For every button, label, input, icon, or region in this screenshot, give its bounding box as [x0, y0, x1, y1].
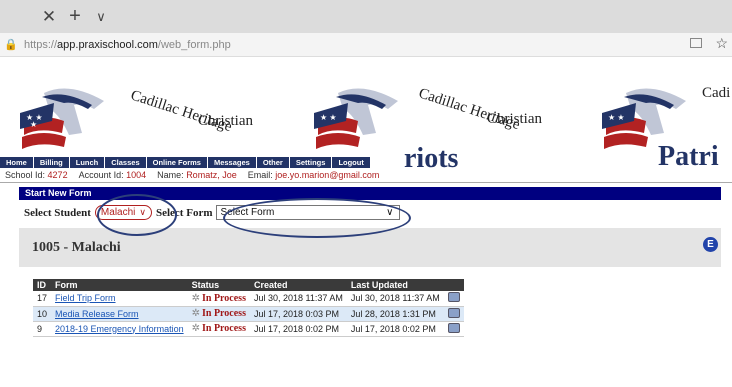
- email-label: Email:: [247, 170, 273, 180]
- school-name-partial: Cadi: [702, 85, 731, 101]
- row-status: In Process: [201, 308, 246, 319]
- mascot-text-partial-2: Patri: [658, 141, 719, 168]
- nav-classes[interactable]: Classes: [105, 157, 147, 168]
- highlight-oval-form: [223, 198, 411, 238]
- account-id-label: Account Id:: [78, 170, 124, 180]
- new-tab-icon[interactable]: +: [62, 5, 88, 28]
- table-row: 17 Field Trip Form ✲ In Process Jul 30, 2…: [33, 291, 464, 307]
- table-header-row: ID Form Status Created Last Updated: [33, 279, 464, 291]
- nav-home[interactable]: Home: [0, 157, 34, 168]
- account-info-bar: School Id: 4272 Account Id: 1004 Name: R…: [0, 168, 732, 183]
- eagle-logo-icon: ★ ★ ★: [20, 88, 104, 149]
- table-row: 10 Media Release Form ✲ In Process Jul 17…: [33, 306, 464, 322]
- url-prefix: https://: [24, 38, 58, 51]
- col-form: Form: [51, 279, 188, 291]
- row-created: Jul 17, 2018 0:02 PM: [249, 321, 347, 337]
- row-form-cell: Media Release Form: [51, 306, 188, 322]
- row-form-cell: Field Trip Form: [51, 291, 188, 307]
- row-status-cell: ✲ In Process: [187, 306, 250, 322]
- select-student-label: Select Student: [24, 206, 91, 219]
- printer-icon[interactable]: [447, 307, 460, 318]
- name-value: Romatz, Joe: [186, 170, 237, 180]
- printer-icon[interactable]: [447, 322, 460, 333]
- form-link[interactable]: Media Release Form: [55, 309, 139, 319]
- table-row: 9 2018-19 Emergency Information ✲ In Proc…: [33, 321, 464, 337]
- school-id: School Id: 4272: [5, 170, 68, 180]
- name-label: Name:: [157, 170, 184, 180]
- row-print-cell: [443, 291, 464, 307]
- row-print-cell: [443, 321, 464, 337]
- row-created: Jul 30, 2018 11:37 AM: [249, 291, 347, 307]
- favorite-star-icon[interactable]: ☆: [715, 35, 728, 52]
- highlight-oval-student: [97, 194, 177, 236]
- row-status: In Process: [201, 323, 246, 334]
- nav-billing[interactable]: Billing: [34, 157, 70, 168]
- row-status-cell: ✲ In Process: [187, 291, 250, 307]
- col-created: Created: [249, 279, 347, 291]
- url-host: app.praxischool.com: [57, 38, 158, 51]
- account-id-value: 1004: [126, 170, 147, 180]
- gear-icon: ✲: [191, 292, 200, 304]
- row-updated: Jul 28, 2018 1:31 PM: [346, 306, 444, 322]
- user-name: Name: Romatz, Joe: [157, 170, 237, 180]
- svg-text:★ ★: ★ ★: [608, 113, 625, 122]
- row-id: 10: [33, 306, 52, 322]
- nav-messages[interactable]: Messages: [208, 157, 257, 168]
- col-print: [443, 279, 464, 291]
- edge-e-icon[interactable]: E: [703, 237, 718, 252]
- email-value: joe.yo.marion@gmail.com: [275, 170, 380, 180]
- school-name-line2: Christian: [198, 113, 253, 129]
- row-id: 9: [33, 321, 52, 337]
- row-id: 17: [33, 291, 52, 307]
- svg-text:★: ★: [30, 120, 37, 129]
- nav-online-forms[interactable]: Online Forms: [147, 157, 208, 168]
- gear-icon: ✲: [191, 323, 200, 334]
- url-path: /web_form.php: [157, 38, 231, 51]
- browser-tab-bar: ✕ + ∨: [0, 0, 732, 33]
- tab-list-chevron-icon[interactable]: ∨: [88, 9, 114, 25]
- student-heading: 1005 - Malachi: [32, 239, 121, 255]
- col-status: Status: [187, 279, 250, 291]
- gear-icon: ✲: [191, 308, 200, 319]
- address-bar[interactable]: 🔒 https://app.praxischool.com/web_form.p…: [0, 33, 732, 57]
- svg-text:★ ★: ★ ★: [320, 113, 337, 122]
- school-name-line2-repeat: Christian: [487, 111, 542, 127]
- main-nav: Home Billing Lunch Classes Online Forms …: [0, 157, 371, 168]
- row-print-cell: [443, 306, 464, 322]
- form-link[interactable]: 2018-19 Emergency Information: [55, 324, 184, 334]
- row-form-cell: 2018-19 Emergency Information: [51, 321, 188, 337]
- forms-table: ID Form Status Created Last Updated 17 F…: [33, 279, 464, 337]
- nav-settings[interactable]: Settings: [290, 157, 333, 168]
- printer-icon[interactable]: [447, 292, 460, 303]
- row-updated: Jul 17, 2018 0:02 PM: [346, 321, 444, 337]
- account-id: Account Id: 1004: [79, 170, 147, 180]
- close-tab-icon[interactable]: ✕: [36, 7, 62, 27]
- nav-lunch[interactable]: Lunch: [70, 157, 106, 168]
- row-created: Jul 17, 2018 0:03 PM: [249, 306, 347, 322]
- row-status-cell: ✲ In Process: [187, 321, 250, 337]
- school-id-label: School Id:: [5, 170, 46, 180]
- lock-icon: 🔒: [4, 39, 18, 51]
- nav-logout[interactable]: Logout: [332, 157, 371, 168]
- col-last-updated: Last Updated: [346, 279, 444, 291]
- row-status: In Process: [201, 292, 246, 304]
- mascot-text-partial: riots: [404, 143, 459, 168]
- form-link[interactable]: Field Trip Form: [55, 293, 116, 303]
- user-email: Email: joe.yo.marion@gmail.com: [248, 170, 380, 180]
- col-id: ID: [33, 279, 52, 291]
- school-id-value: 4272: [47, 170, 68, 180]
- eagle-logo-icon: ★ ★: [314, 88, 398, 149]
- school-banner: ★ ★ ★ Cadillac Heritage Christian ★ ★ Ca…: [0, 67, 732, 168]
- nav-other[interactable]: Other: [257, 157, 290, 168]
- reading-view-icon[interactable]: [690, 38, 702, 48]
- row-updated: Jul 30, 2018 11:37 AM: [346, 291, 444, 307]
